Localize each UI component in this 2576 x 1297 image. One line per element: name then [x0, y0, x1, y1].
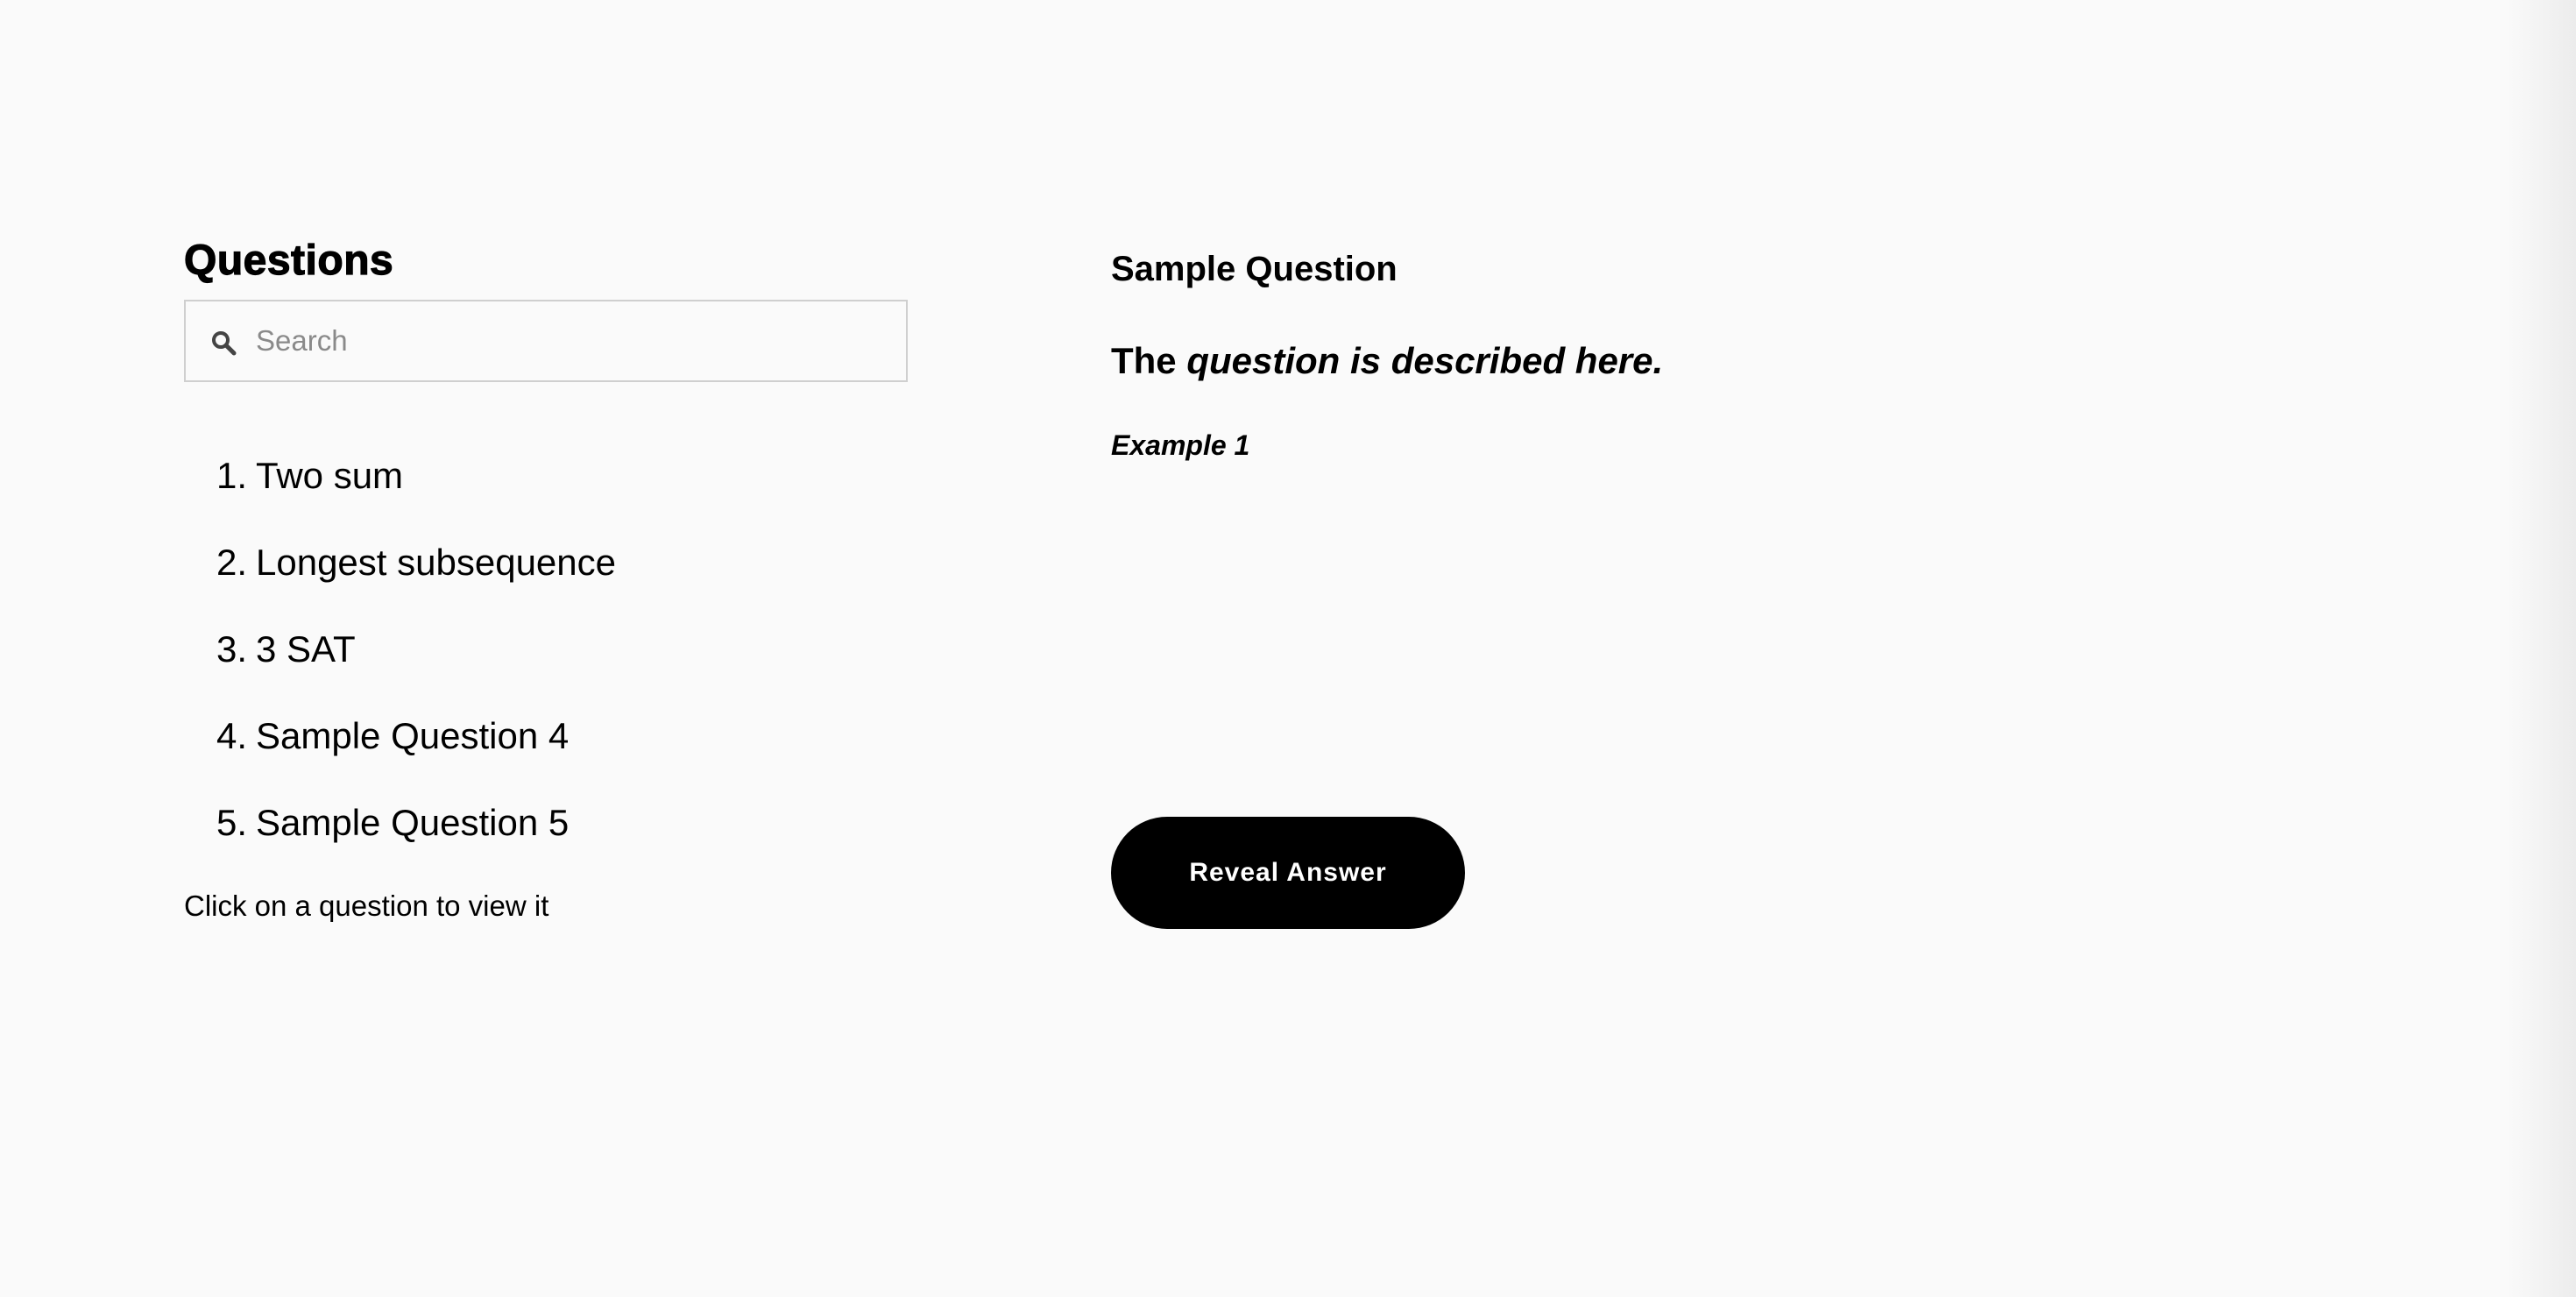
search-box[interactable] — [184, 300, 908, 382]
question-description: The question is described here. — [1111, 337, 1663, 386]
question-item-3-sat[interactable]: 3. 3 SAT — [184, 627, 616, 714]
question-title[interactable]: Longest subsequence — [256, 541, 616, 585]
description-emphasis: question is described here. — [1186, 340, 1664, 381]
question-title[interactable]: 3 SAT — [256, 627, 356, 671]
question-list: 1. Two sum 2. Longest subsequence 3. 3 S… — [184, 454, 616, 888]
instruction-hint: Click on a question to view it — [184, 889, 549, 922]
question-title[interactable]: Sample Question 4 — [256, 714, 569, 758]
question-number: 4. — [216, 715, 247, 756]
right-edge-shade — [2506, 0, 2576, 1297]
question-number: 5. — [216, 802, 247, 843]
questions-sidebar: Questions 1. Two sum 2. Longest subseque… — [183, 235, 911, 922]
search-icon — [212, 331, 237, 356]
search-input[interactable] — [256, 301, 887, 380]
questions-heading: Questions — [183, 237, 394, 284]
question-item-sample-5[interactable]: 5. Sample Question 5 — [184, 801, 616, 888]
question-number: 3. — [216, 628, 247, 670]
description-lead: The — [1111, 340, 1187, 381]
question-item-two-sum[interactable]: 1. Two sum — [184, 454, 616, 541]
reveal-answer-button[interactable]: Reveal Answer — [1111, 817, 1465, 929]
question-detail: Sample Question The question is describe… — [1111, 245, 2250, 929]
question-item-longest-subsequence[interactable]: 2. Longest subsequence — [184, 541, 616, 627]
question-number: 1. — [216, 455, 247, 496]
question-detail-title: Sample Question — [1111, 250, 1398, 288]
question-number: 2. — [216, 542, 247, 583]
question-title[interactable]: Two sum — [256, 454, 403, 498]
example-label: Example 1 — [1111, 429, 1250, 461]
question-title[interactable]: Sample Question 5 — [256, 801, 569, 845]
question-item-sample-4[interactable]: 4. Sample Question 4 — [184, 714, 616, 801]
